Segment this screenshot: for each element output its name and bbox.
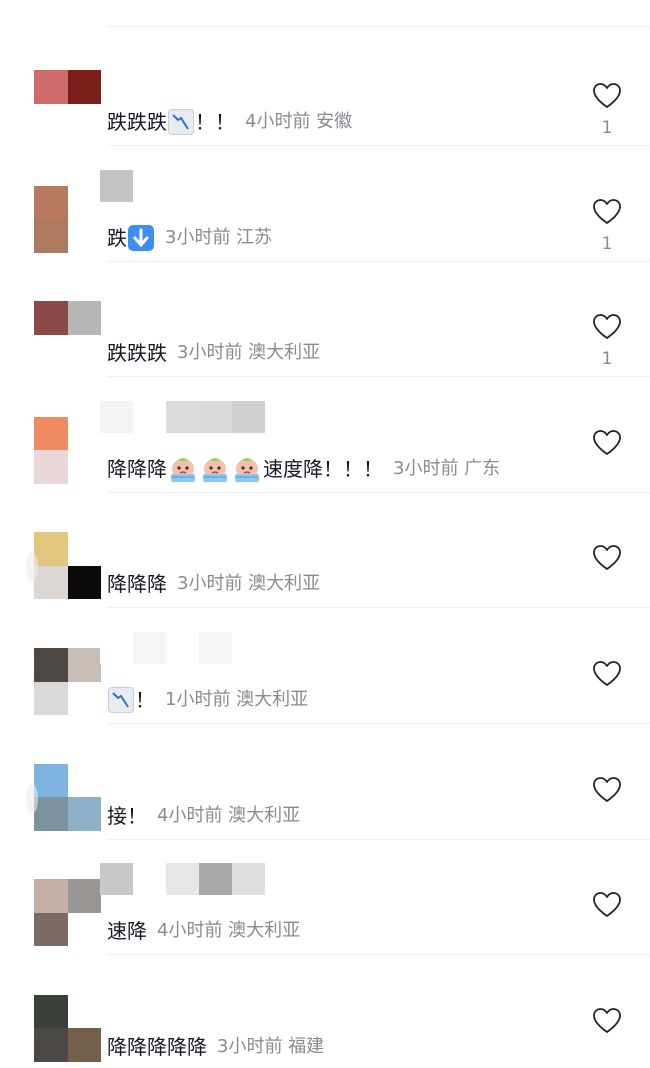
comment-item: 速降 4小时前 澳大利亚 (0, 839, 650, 956)
comment-item: 降降降降降 3小时前 福建 (0, 955, 650, 1068)
comment-meta: 4小时前 澳大利亚 (157, 800, 300, 832)
heart-icon[interactable] (592, 429, 622, 457)
heart-icon[interactable] (592, 891, 622, 919)
comment-item: 降降降 3小时前 澳大利亚 (0, 492, 650, 609)
heart-icon[interactable] (592, 1007, 622, 1035)
comment-text-suffix: ！！ (195, 110, 235, 134)
comment-meta: 3小时前 福建 (217, 1031, 324, 1063)
comment-text: 接！ (107, 803, 147, 828)
comment-text: 跌跌跌 (107, 110, 167, 134)
comment-time: 1小时前 (165, 689, 231, 710)
comment-location: 澳大利亚 (242, 573, 321, 595)
crying-face-icon (200, 455, 230, 483)
comment-content: 接！ 4小时前 澳大利亚 (107, 800, 300, 832)
comment-time: 3小时前 (177, 342, 243, 364)
username-mosaic[interactable] (100, 632, 232, 664)
avatar[interactable] (34, 994, 101, 1062)
avatar[interactable] (34, 879, 101, 947)
comment-content: ！ 1小时前 澳大利亚 (107, 684, 308, 716)
comment-text: 降降降 (107, 456, 167, 481)
comment-location: 江苏 (230, 226, 273, 248)
comment-location: 澳大利亚 (242, 342, 321, 364)
comment-item: ！ 1小时前 澳大利亚 (0, 608, 650, 724)
comment-text: 降降降 (107, 572, 167, 597)
avatar[interactable] (34, 763, 101, 831)
like-button[interactable] (590, 776, 624, 848)
divider (107, 26, 650, 27)
username-mosaic[interactable] (100, 400, 265, 433)
like-button[interactable]: 1 (590, 82, 624, 154)
chart-down-icon (168, 109, 194, 135)
crying-face-icon (232, 455, 262, 483)
avatar[interactable] (34, 648, 101, 715)
comment-meta: 3小时前 江苏 (165, 222, 272, 254)
comment-content: 降降降 速度降！！！ 3小时前 广东 (107, 453, 500, 485)
comment-meta: 4小时前 安徽 (245, 106, 352, 138)
comment-location: 广东 (458, 457, 501, 479)
comment-location: 澳大利亚 (230, 689, 309, 710)
avatar[interactable] (34, 185, 101, 253)
heart-icon[interactable] (592, 82, 622, 110)
comment-list: 跌跌跌 ！！ 4小时前 安徽 1 跌 3小时前 江苏 1 跌跌跌 3小时前 澳大利亚 1 降降降 速度… (0, 0, 650, 1068)
comment-text: 跌跌跌 (107, 341, 167, 366)
comment-text-suffix: 速度降！！！ (263, 456, 383, 481)
heart-icon[interactable] (592, 660, 622, 688)
like-count: 1 (601, 349, 613, 370)
like-button[interactable]: 1 (590, 198, 624, 270)
comment-time: 3小时前 (217, 1035, 283, 1057)
comment-content: 速降 4小时前 澳大利亚 (107, 915, 300, 947)
comment-content: 降降降 3小时前 澳大利亚 (107, 568, 320, 600)
arrow-down-icon (128, 224, 154, 251)
comment-item: 跌 3小时前 江苏 1 (0, 146, 650, 262)
crying-face-icon (168, 455, 198, 483)
chart-down-icon (108, 687, 134, 713)
comment-meta: 1小时前 澳大利亚 (165, 684, 308, 716)
comment-meta: 3小时前 澳大利亚 (177, 337, 320, 369)
comment-item: 跌跌跌 3小时前 澳大利亚 1 (0, 261, 650, 378)
comment-location: 福建 (282, 1035, 325, 1057)
comment-time: 4小时前 (245, 111, 311, 132)
heart-icon[interactable] (592, 776, 622, 804)
like-count: 1 (601, 233, 613, 254)
comment-text: 速降 (107, 919, 147, 944)
like-button[interactable] (590, 660, 624, 732)
comment-meta: 3小时前 广东 (393, 453, 500, 485)
comment-time: 3小时前 (177, 573, 243, 595)
avatar-edge (26, 783, 38, 814)
comment-location: 澳大利亚 (222, 920, 301, 942)
comment-content: 降降降降降 3小时前 福建 (107, 1031, 324, 1063)
comment-location: 安徽 (310, 111, 353, 132)
heart-icon[interactable] (592, 313, 622, 341)
like-count: 1 (601, 118, 613, 138)
comment-time: 3小时前 (393, 457, 459, 479)
comment-time: 3小时前 (165, 226, 231, 248)
like-button[interactable] (590, 429, 624, 501)
heart-icon[interactable] (592, 544, 622, 572)
like-button[interactable] (590, 891, 624, 963)
avatar[interactable] (34, 532, 101, 600)
comment-content: 跌跌跌 3小时前 澳大利亚 (107, 337, 320, 369)
heart-icon[interactable] (592, 198, 622, 226)
comment-time: 4小时前 (157, 920, 223, 942)
comment-item: 降降降 速度降！！！ 3小时前 广东 (0, 377, 650, 493)
comment-content: 跌跌跌 ！！ 4小时前 安徽 (107, 106, 352, 138)
like-button[interactable]: 1 (590, 313, 624, 385)
comment-item: 接！ 4小时前 澳大利亚 (0, 724, 650, 840)
comment-text: 降降降降降 (107, 1034, 207, 1059)
like-button[interactable] (590, 1007, 624, 1068)
comment-location: 澳大利亚 (222, 804, 301, 826)
like-button[interactable] (590, 544, 624, 616)
comment-meta: 4小时前 澳大利亚 (157, 915, 300, 947)
comment-content: 跌 3小时前 江苏 (107, 222, 272, 254)
username-mosaic[interactable] (100, 863, 265, 896)
comment-time: 4小时前 (157, 804, 223, 826)
comment-text-suffix: ！ (135, 688, 155, 712)
avatar[interactable] (34, 70, 101, 137)
comment-meta: 3小时前 澳大利亚 (177, 568, 320, 600)
comment-text: 跌 (107, 225, 127, 250)
username-mosaic[interactable] (100, 169, 232, 202)
comment-item: 跌跌跌 ！！ 4小时前 安徽 1 (0, 30, 650, 146)
avatar[interactable] (34, 416, 101, 484)
avatar[interactable] (34, 301, 101, 369)
